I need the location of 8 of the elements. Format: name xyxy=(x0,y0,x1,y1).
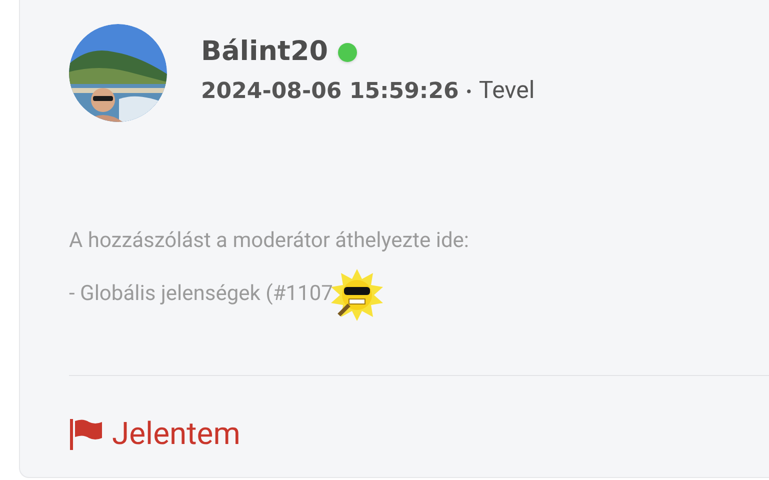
post-body-line: A hozzászólást a moderátor áthelyezte ide: xyxy=(69,228,470,255)
post-timestamp: 2024-08-06 15:59:26 xyxy=(201,78,459,106)
flag-icon xyxy=(69,417,103,451)
location-text: Tevel xyxy=(478,75,535,106)
author-name[interactable]: Bálint20 xyxy=(201,32,328,72)
separator-dot: • xyxy=(466,81,472,105)
post-body-line: - Globális jelenségek (#1107 xyxy=(69,280,333,308)
report-link[interactable]: Jelentem xyxy=(69,414,240,454)
